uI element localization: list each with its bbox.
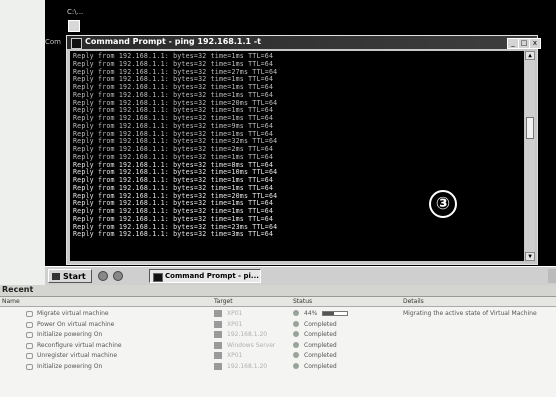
task-target[interactable]: XP01 <box>227 321 242 328</box>
command-prompt-window[interactable]: Command Prompt - ping 192.168.1.1 -t _ □… <box>66 35 541 265</box>
column-header-status[interactable]: Status <box>293 298 312 305</box>
step-marker: ③ <box>429 190 457 218</box>
column-header-details[interactable]: Details <box>403 298 424 305</box>
task-name: Initialize powering On <box>37 362 103 370</box>
desktop-shortcut-icon[interactable]: C:\... <box>63 8 85 34</box>
remote-desktop: C:\... Com Command Prompt - ping 192.168… <box>45 0 556 285</box>
task-row[interactable]: Reconfigure virtual machine Windows Serve… <box>0 340 556 350</box>
task-target[interactable]: XP01 <box>227 310 242 317</box>
task-target[interactable]: 192.168.1.20 <box>227 331 267 338</box>
target-icon <box>214 331 222 338</box>
task-name: Reconfigure virtual machine <box>37 341 122 349</box>
recent-tasks-title: Recent <box>2 285 34 294</box>
task-icon <box>26 342 33 349</box>
console-line: Reply from 192.168.1.1: bytes=32 time=3m… <box>73 230 274 239</box>
quicklaunch-desktop-icon[interactable] <box>98 271 108 281</box>
target-icon <box>214 341 222 349</box>
window-title: Command Prompt - ping 192.168.1.1 -t <box>85 37 261 46</box>
console-output[interactable]: Reply from 192.168.1.1: bytes=32 time=1m… <box>70 51 524 261</box>
recent-tasks-panel: Recent Name Target Status Details Migrat… <box>0 285 556 397</box>
status-icon <box>293 320 299 327</box>
task-name: Unregister virtual machine <box>37 352 118 359</box>
task-icon <box>26 363 33 370</box>
task-target[interactable]: XP01 <box>227 352 242 359</box>
column-header-name[interactable]: Name <box>2 298 20 305</box>
task-details: Migrating the active state of Virtual Ma… <box>403 310 537 317</box>
target-icon <box>214 310 222 317</box>
task-target[interactable]: 192.168.1.20 <box>227 363 267 370</box>
target-icon <box>214 362 222 370</box>
task-target[interactable]: Windows Server <box>227 342 275 349</box>
cmd-icon[interactable] <box>71 38 82 49</box>
task-status: Completed <box>304 362 337 370</box>
column-header-target[interactable]: Target <box>214 298 233 305</box>
quicklaunch-browser-icon[interactable] <box>113 271 123 281</box>
task-status: Completed <box>304 341 337 349</box>
scroll-thumb[interactable] <box>526 117 534 139</box>
status-icon <box>293 310 299 316</box>
task-status: Completed <box>304 352 337 359</box>
status-icon <box>293 341 299 348</box>
task-row[interactable]: Initialize powering On 192.168.1.20 Comple… <box>0 361 556 371</box>
desktop-cut-label: Com <box>45 38 61 46</box>
task-name: Initialize powering On <box>37 331 103 338</box>
task-row[interactable]: Initialize powering On 192.168.1.20 Comple… <box>0 329 556 339</box>
task-row[interactable]: Migrate virtual machine XP01 44% Migrating … <box>0 308 556 318</box>
task-row[interactable]: Power On virtual machine XP01 Completed <box>0 319 556 329</box>
status-icon <box>293 331 299 337</box>
task-status: Completed <box>304 320 337 328</box>
start-button[interactable]: Start <box>48 269 92 283</box>
task-name: Migrate virtual machine <box>37 310 109 317</box>
taskbar-item-label: Command Prompt - pi... <box>165 272 259 280</box>
target-icon <box>214 320 222 328</box>
task-icon <box>26 353 33 359</box>
desktop-shortcut-label: C:\... <box>67 8 84 16</box>
recent-tasks-header: Recent <box>0 285 556 297</box>
task-icon <box>26 332 33 338</box>
start-label: Start <box>63 272 86 281</box>
taskbar-item-command-prompt[interactable]: Command Prompt - pi... <box>149 269 261 283</box>
status-icon <box>293 362 299 369</box>
task-name: Power On virtual machine <box>37 320 115 328</box>
task-status: 44% <box>304 310 318 317</box>
progress-fill <box>323 312 334 315</box>
vertical-scrollbar[interactable]: ▲ ▼ <box>525 51 535 261</box>
system-tray[interactable] <box>548 269 556 283</box>
shortcut-glyph-icon <box>68 20 80 32</box>
cmd-icon <box>153 273 163 282</box>
task-progress-bar <box>322 311 348 316</box>
window-titlebar[interactable]: Command Prompt - ping 192.168.1.1 -t _ □… <box>67 36 541 49</box>
scroll-up-button[interactable]: ▲ <box>525 51 535 60</box>
task-row[interactable]: Unregister virtual machine XP01 Completed <box>0 350 556 360</box>
windows-logo-icon <box>52 273 60 280</box>
task-icon <box>26 321 33 328</box>
taskbar: Start Command Prompt - pi... <box>45 266 556 285</box>
task-status: Completed <box>304 331 337 338</box>
recent-tasks-columns: Name Target Status Details <box>0 297 556 307</box>
status-icon <box>293 352 299 358</box>
task-icon <box>26 311 33 317</box>
target-icon <box>214 352 222 359</box>
scroll-down-button[interactable]: ▼ <box>525 252 535 261</box>
close-button[interactable]: x <box>529 38 541 49</box>
